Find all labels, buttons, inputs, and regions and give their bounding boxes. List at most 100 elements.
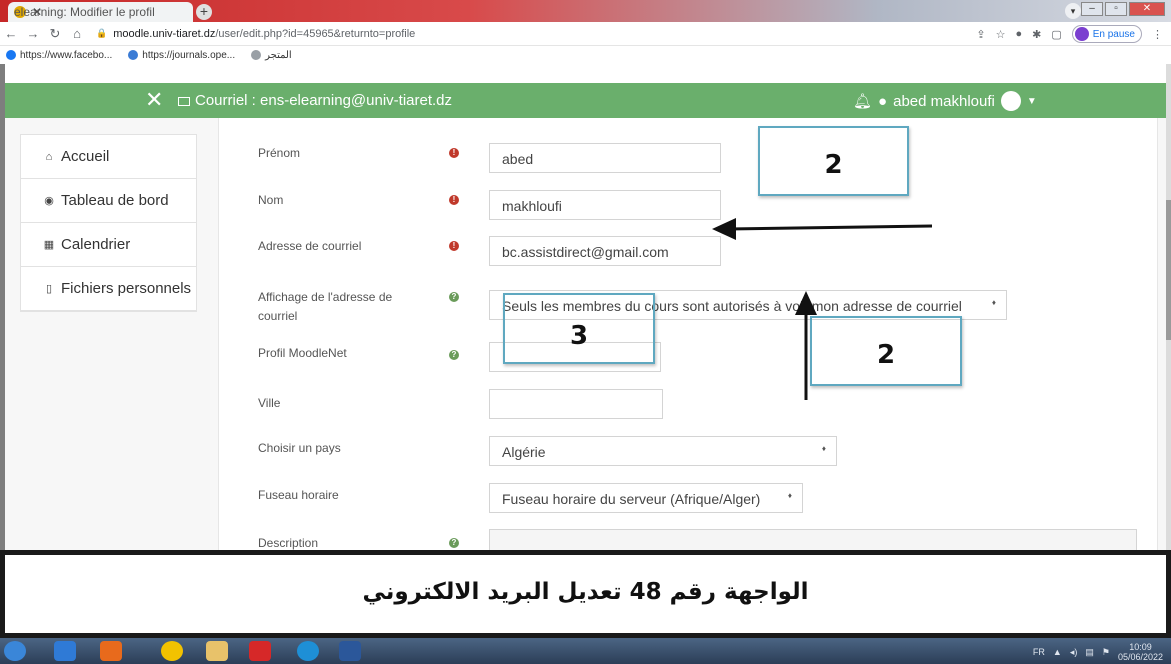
email-display-label: Affichage de l'adresse de courriel	[258, 290, 393, 323]
back-arrow-icon[interactable]: ←	[0, 26, 22, 41]
sidebar-item-calendrier[interactable]: ▦ Calendrier	[21, 223, 196, 267]
clock-time: 10:09	[1129, 642, 1152, 652]
support-email[interactable]: Courriel : ens-elearning@univ-tiaret.dz	[178, 92, 452, 109]
help-icon[interactable]: ?	[449, 350, 459, 360]
share-icon[interactable]: ⇪	[976, 28, 985, 41]
close-drawer-button[interactable]: ✕	[145, 87, 163, 113]
email-label: Adresse de courriel	[258, 239, 362, 253]
callout-number: 2	[876, 340, 896, 370]
callout-box: 2	[810, 316, 962, 386]
ville-label: Ville	[258, 396, 281, 410]
browser-tab-strip: elearning: Modifier le profil ✕ + ▾ – ▫ …	[0, 0, 1171, 22]
caption-banner: الواجهة رقم 48 تعديل البريد الالكتروني	[0, 550, 1171, 638]
tab-title: elearning: Modifier le profil	[14, 5, 155, 19]
sidepanel-icon[interactable]: ▢	[1051, 28, 1061, 41]
journals-icon	[128, 50, 139, 60]
callout-box: 3	[503, 293, 655, 364]
bookmark-store[interactable]: المتجر	[251, 50, 292, 61]
minimize-button[interactable]: –	[1081, 2, 1103, 16]
help-icon[interactable]: ?	[449, 292, 459, 302]
browser-tab[interactable]: elearning: Modifier le profil ✕	[8, 2, 193, 22]
sidebar-item-label: Calendrier	[61, 236, 131, 253]
ville-input[interactable]	[489, 389, 663, 419]
dashboard-icon: ◉	[44, 195, 54, 207]
sidebar-item-label: Tableau de bord	[61, 192, 169, 209]
clock-date: 05/06/2022	[1117, 652, 1163, 662]
required-icon: !	[449, 195, 459, 205]
language-indicator[interactable]: FR	[1033, 647, 1045, 657]
profile-button[interactable]: En pause	[1071, 25, 1142, 43]
sidebar: ⌂ Accueil ◉ Tableau de bord ▦ Calendrier…	[20, 134, 197, 312]
caption-text: الواجهة رقم 48 تعديل البريد الالكتروني	[362, 579, 809, 605]
chevron-down-icon: ▼	[1026, 95, 1037, 107]
support-email-text: Courriel : ens-elearning@univ-tiaret.dz	[195, 92, 453, 109]
puzzle-icon[interactable]: ✱	[1032, 28, 1041, 41]
bookmark-journals[interactable]: https://journals.ope...	[128, 50, 235, 61]
callout-number: 3	[569, 321, 589, 351]
bookmark-facebook[interactable]: https://www.facebo...	[6, 50, 112, 61]
star-icon[interactable]: ☆	[996, 28, 1006, 41]
word-icon[interactable]	[339, 641, 361, 661]
bookmark-label: المتجر	[265, 49, 292, 61]
chat-icon[interactable]: ●	[878, 93, 887, 110]
fuseau-select[interactable]: Fuseau horaire du serveur (Afrique/Alger…	[489, 483, 803, 513]
calendar-icon: ▦	[43, 239, 55, 251]
url-field[interactable]: 🔒 moodle.univ-tiaret.dz /user/edit.php?i…	[96, 28, 415, 40]
flag-icon[interactable]: ⚑	[1102, 647, 1110, 658]
close-window-button[interactable]: ✕	[1129, 2, 1165, 16]
home-icon[interactable]: ⌂	[66, 26, 88, 41]
chevron-down-icon[interactable]: ▾	[1065, 3, 1081, 19]
reload-icon[interactable]: ↻	[44, 26, 66, 42]
pdf-icon[interactable]	[249, 641, 271, 661]
editor-toolbar[interactable]	[489, 529, 1137, 551]
file-icon: ▯	[45, 283, 53, 295]
url-path: /user/edit.php?id=45965&returnto=profile	[215, 27, 416, 40]
maximize-button[interactable]: ▫	[1105, 2, 1127, 16]
bookmark-label: https://www.facebo...	[20, 49, 113, 61]
network-icon[interactable]: ▤	[1085, 647, 1094, 658]
extension-icon[interactable]: ●	[1015, 28, 1022, 40]
folder-icon[interactable]	[206, 641, 228, 661]
browser-toolbar-icons: ⇪ ☆ ● ✱ ▢ En pause ⋮	[976, 25, 1163, 43]
email-input[interactable]: bc.assistdirect@gmail.com	[489, 236, 721, 266]
start-icon[interactable]	[4, 641, 26, 661]
tray-arrow-icon[interactable]: ▲	[1053, 647, 1062, 657]
user-name: abed makhloufi	[893, 92, 995, 110]
chrome-icon[interactable]	[161, 641, 183, 661]
office-icon[interactable]	[100, 641, 122, 661]
home-icon: ⌂	[45, 150, 53, 163]
envelope-icon	[178, 96, 190, 106]
sidebar-item-tableau-de-bord[interactable]: ◉ Tableau de bord	[21, 179, 196, 223]
callout-box: 2	[758, 126, 909, 196]
prenom-label: Prénom	[258, 146, 301, 160]
bookmark-label: https://journals.ope...	[142, 49, 236, 61]
required-icon: !	[449, 148, 459, 158]
bell-icon[interactable]: 🔔︎	[853, 92, 872, 110]
window-controls: – ▫ ✕	[1081, 2, 1165, 16]
scrollbar-thumb[interactable]	[1166, 200, 1171, 340]
sidebar-item-fichiers-personnels[interactable]: ▯ Fichiers personnels	[21, 267, 196, 311]
nom-input[interactable]: makhloufi	[489, 190, 721, 220]
fuseau-label: Fuseau horaire	[258, 488, 339, 502]
user-menu[interactable]: 🔔︎ ● abed makhloufi ▼	[853, 91, 1037, 111]
clock[interactable]: 10:09 05/06/2022	[1118, 642, 1163, 662]
description-label: Description	[258, 536, 319, 550]
moodle-navbar: ✕ Courriel : ens-elearning@univ-tiaret.d…	[5, 83, 1166, 118]
sidebar-item-accueil[interactable]: ⌂ Accueil	[21, 135, 196, 179]
edge-icon[interactable]	[297, 641, 319, 661]
new-tab-button[interactable]: +	[196, 4, 212, 20]
pays-select[interactable]: Algérie	[489, 436, 837, 466]
volume-icon[interactable]: ◂)	[1070, 647, 1078, 658]
avatar	[1000, 91, 1021, 111]
nom-label: Nom	[258, 193, 284, 207]
help-icon[interactable]: ?	[449, 538, 459, 548]
moodlenet-label: Profil MoodleNet	[258, 346, 347, 360]
menu-dots-icon[interactable]: ⋮	[1152, 28, 1163, 41]
pays-label: Choisir un pays	[258, 441, 341, 455]
url-host: moodle.univ-tiaret.dz	[113, 27, 216, 40]
ie-icon[interactable]	[54, 641, 76, 661]
callout-number: 2	[824, 150, 843, 180]
facebook-icon	[6, 50, 16, 60]
prenom-input[interactable]: abed	[489, 143, 721, 173]
forward-arrow-icon[interactable]: →	[22, 26, 44, 41]
